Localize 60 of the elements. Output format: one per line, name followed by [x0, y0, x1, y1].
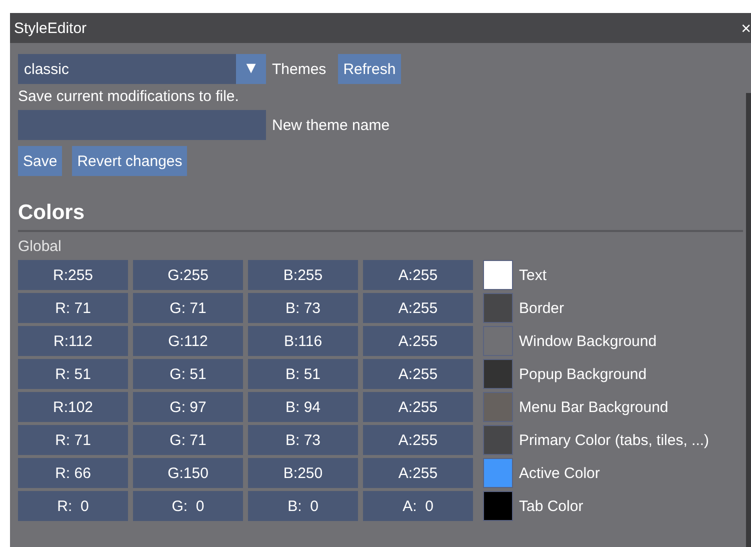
channel-field[interactable]: A:255 — [363, 458, 473, 488]
save-note: Save current modifications to file. — [18, 88, 240, 105]
color-label: Text — [519, 266, 548, 284]
color-swatch[interactable] — [483, 425, 513, 455]
color-label: Primary Color (tabs, tiles, ...) — [519, 432, 710, 448]
color-swatch[interactable] — [483, 260, 513, 290]
channel-field[interactable]: R: 0 — [18, 491, 128, 521]
scrollbar[interactable] — [746, 93, 751, 547]
close-button[interactable]: × — [741, 20, 751, 36]
color-swatch[interactable] — [483, 359, 513, 389]
action-button[interactable]: Revert changes — [72, 146, 188, 176]
channel-field[interactable]: B: 0 — [248, 491, 358, 521]
section-heading: Colors — [18, 201, 743, 232]
refresh-button[interactable]: Refresh — [338, 54, 401, 84]
color-label: Border — [519, 300, 566, 316]
channel-field[interactable]: G:112 — [133, 326, 243, 356]
color-swatch[interactable] — [483, 392, 513, 422]
channel-field[interactable]: A:255 — [363, 392, 473, 422]
channel-field[interactable]: R: 51 — [18, 359, 128, 389]
channel-field[interactable]: B:255 — [248, 260, 358, 290]
theme-dropdown[interactable]: classic ▼ — [18, 54, 266, 84]
channel-field[interactable]: A:255 — [363, 326, 473, 356]
channel-field[interactable]: B:116 — [248, 326, 358, 356]
channel-field[interactable]: B:250 — [248, 458, 358, 488]
themes-label: Themes — [272, 60, 326, 78]
channel-field[interactable]: G: 0 — [133, 491, 243, 521]
channel-field[interactable]: B: 51 — [248, 359, 358, 389]
color-swatch[interactable] — [483, 458, 513, 488]
channel-field[interactable]: R: 71 — [18, 293, 128, 323]
theme-name-field[interactable] — [18, 110, 266, 140]
window-title: StyleEditor — [14, 20, 87, 36]
channel-field[interactable]: A: 0 — [363, 491, 473, 521]
color-swatch[interactable] — [483, 491, 513, 521]
color-label: Menu Bar Background — [519, 398, 670, 416]
channel-field[interactable]: G:255 — [133, 260, 243, 290]
group-label: Global — [18, 238, 62, 255]
channel-field[interactable]: G: 71 — [133, 425, 243, 455]
channel-field[interactable]: R: 66 — [18, 458, 128, 488]
channel-field[interactable]: G: 51 — [133, 359, 243, 389]
channel-field[interactable]: A:255 — [363, 260, 473, 290]
channel-field[interactable]: G: 97 — [133, 392, 243, 422]
channel-field[interactable]: R:255 — [18, 260, 128, 290]
color-label: Popup Background — [519, 366, 648, 382]
theme-name-label: New theme name — [272, 116, 390, 134]
channel-field[interactable]: G: 71 — [133, 293, 243, 323]
color-label: Active Color — [519, 464, 601, 482]
channel-field[interactable]: R: 71 — [18, 425, 128, 455]
channel-field[interactable]: G:150 — [133, 458, 243, 488]
channel-field[interactable]: B: 73 — [248, 425, 358, 455]
channel-field[interactable]: A:255 — [363, 293, 473, 323]
channel-field[interactable]: R:102 — [18, 392, 128, 422]
channel-field[interactable]: R:112 — [18, 326, 128, 356]
channel-field[interactable]: B: 94 — [248, 392, 358, 422]
channel-field[interactable]: B: 73 — [248, 293, 358, 323]
color-swatch[interactable] — [483, 293, 513, 323]
color-label: Tab Color — [519, 498, 584, 514]
color-label: Window Background — [519, 332, 658, 350]
action-button[interactable]: Save — [18, 146, 62, 176]
channel-field[interactable]: A:255 — [363, 359, 473, 389]
channel-field[interactable]: A:255 — [363, 425, 473, 455]
